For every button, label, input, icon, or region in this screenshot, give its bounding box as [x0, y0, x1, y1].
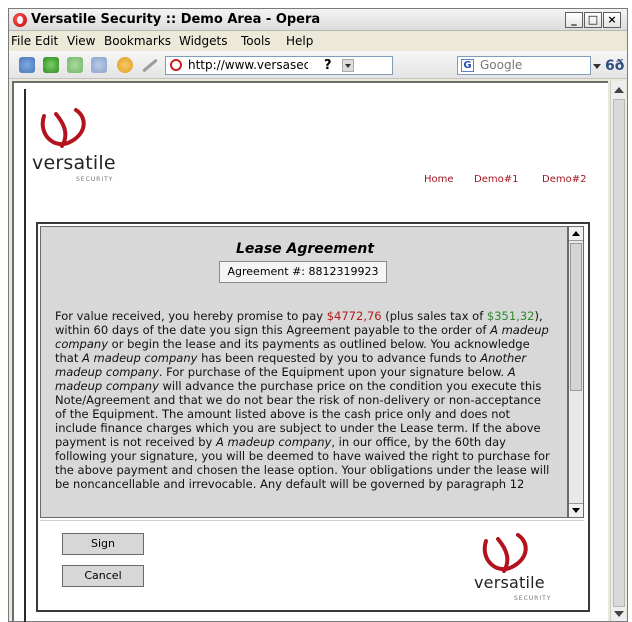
- agreement-text-area[interactable]: Lease Agreement Agreement #: 8812319923 …: [40, 226, 568, 518]
- search-input[interactable]: Google: [480, 58, 522, 72]
- menu-bar: File Edit View Bookmarks Widgets Tools H…: [9, 32, 627, 51]
- page-scrollbar[interactable]: [610, 81, 626, 621]
- agreement-scroll-down-button[interactable]: [569, 503, 583, 517]
- logo-wordmark: versatile: [32, 152, 116, 174]
- body-text: . For purchase of the Equipment upon you…: [158, 365, 508, 379]
- agreement-scroll-up-button[interactable]: [569, 227, 583, 241]
- close-button[interactable]: ×: [603, 12, 621, 28]
- edit-icon[interactable]: [142, 58, 158, 73]
- scroll-up-icon[interactable]: [614, 87, 624, 93]
- title-bar: Versatile Security :: Demo Area - Opera …: [9, 9, 627, 31]
- address-bar[interactable]: http://www.versasec.com/ ?: [165, 56, 393, 75]
- body-text: (plus sales tax of: [381, 309, 487, 323]
- logo-subtext: SECURITY: [76, 176, 114, 183]
- reload-icon[interactable]: [117, 57, 133, 73]
- menu-tools[interactable]: Tools: [241, 34, 271, 48]
- agreement-scrollbar[interactable]: [568, 226, 584, 518]
- google-icon: G: [461, 59, 474, 72]
- body-text: has been requested by you to advance fun…: [197, 351, 481, 365]
- maximize-button[interactable]: □: [584, 12, 602, 28]
- menu-widgets[interactable]: Widgets: [179, 34, 228, 48]
- browser-toolbar: http://www.versasec.com/ ? G Google 6ð: [9, 51, 627, 79]
- address-dropdown-button[interactable]: [342, 59, 354, 72]
- menu-file[interactable]: File: [11, 34, 31, 48]
- nav-home-link[interactable]: Home: [424, 174, 454, 185]
- search-box[interactable]: G Google: [457, 56, 591, 75]
- tax-text: $351,32: [486, 309, 535, 323]
- forward-icon[interactable]: [67, 57, 83, 73]
- price-text: $4772,76: [326, 309, 382, 323]
- agreement-body: For value received, you hereby promise t…: [55, 309, 555, 491]
- agreement-number: Agreement #: 8812319923: [219, 261, 387, 283]
- agreement-title: Lease Agreement: [235, 241, 375, 257]
- menu-edit[interactable]: Edit: [35, 34, 58, 48]
- zoom-icon[interactable]: 6ð: [605, 58, 624, 74]
- footer-logo-wordmark: versatile: [474, 573, 545, 592]
- lease-agreement-frame: Lease Agreement Agreement #: 8812319923 …: [36, 222, 590, 612]
- menu-view[interactable]: View: [67, 34, 95, 48]
- window-title: Versatile Security :: Demo Area - Opera: [31, 12, 321, 27]
- agreement-scroll-thumb[interactable]: [570, 243, 582, 391]
- menu-bookmarks[interactable]: Bookmarks: [104, 34, 171, 48]
- footer-logo: versatile SECURITY: [474, 529, 554, 611]
- address-input[interactable]: http://www.versasec.com/: [188, 58, 308, 72]
- nav-demo2-link[interactable]: Demo#2: [542, 174, 586, 185]
- versatile-logo-icon: [482, 533, 528, 573]
- nav-demo1-link[interactable]: Demo#1: [474, 174, 518, 185]
- back-icon[interactable]: [43, 57, 59, 73]
- sign-button[interactable]: Sign: [62, 533, 144, 555]
- help-icon[interactable]: ?: [324, 58, 332, 73]
- opera-logo-icon: [13, 13, 27, 27]
- company-name: A madeup company: [82, 351, 198, 365]
- site-icon: [170, 59, 182, 71]
- body-text: For value received, you hereby promise t…: [55, 309, 327, 323]
- site-logo[interactable]: versatile SECURITY: [32, 104, 116, 190]
- agreement-footer: Sign Cancel versatile SECURITY: [40, 520, 584, 610]
- fast-forward-icon[interactable]: [91, 57, 107, 73]
- minimize-button[interactable]: _: [565, 12, 583, 28]
- scroll-thumb[interactable]: [613, 99, 625, 607]
- scroll-down-icon[interactable]: [614, 611, 624, 617]
- search-dropdown-icon[interactable]: [593, 64, 601, 69]
- menu-help[interactable]: Help: [286, 34, 313, 48]
- cancel-button[interactable]: Cancel: [62, 565, 144, 587]
- company-name: A madeup company: [215, 435, 332, 449]
- rewind-icon[interactable]: [19, 57, 35, 73]
- versatile-logo-icon: [40, 108, 86, 148]
- footer-logo-subtext: SECURITY: [514, 595, 552, 602]
